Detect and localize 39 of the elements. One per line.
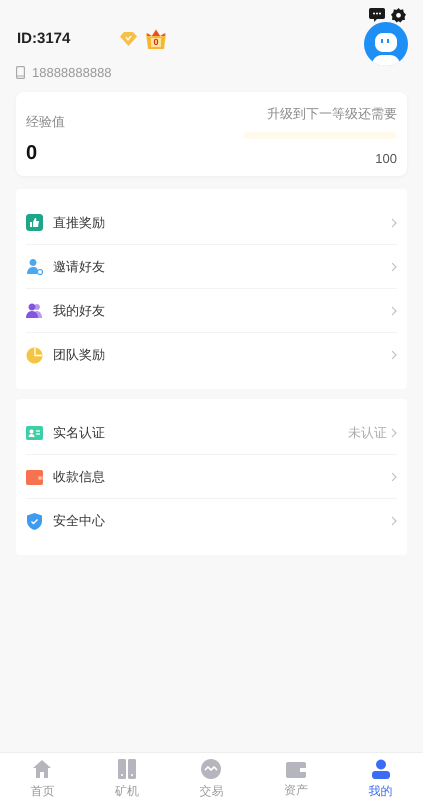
next-level-target: 100 — [375, 150, 397, 168]
phone-icon — [16, 66, 25, 79]
phone-number: 18888888888 — [32, 64, 112, 82]
home-icon — [32, 759, 52, 779]
wallet-icon — [286, 760, 306, 778]
menu-item[interactable]: 收款信息 — [26, 455, 397, 499]
user-add-icon — [26, 258, 43, 275]
experience-label: 经验值 — [26, 113, 65, 131]
chevron-right-icon — [391, 218, 397, 228]
crown-badge: 0 — [145, 28, 167, 50]
exchange-icon — [201, 759, 222, 779]
chevron-right-icon — [391, 516, 397, 526]
shield-icon — [27, 512, 42, 530]
chevron-right-icon — [391, 472, 397, 482]
chevron-right-icon — [391, 306, 397, 316]
thumbs-up-icon — [26, 214, 43, 231]
menu-item[interactable]: 团队奖励 — [26, 333, 397, 377]
status-text: 未认证 — [348, 424, 387, 442]
user-id: ID:3174 — [16, 29, 72, 49]
menu-item[interactable]: 我的好友 — [26, 289, 397, 333]
id-card-icon — [26, 426, 43, 440]
chevron-right-icon — [391, 350, 397, 360]
chevron-right-icon — [391, 262, 397, 272]
experience-value: 0 — [26, 140, 38, 166]
message-icon[interactable] — [369, 8, 385, 23]
pie-chart-icon — [26, 346, 43, 364]
next-level-label: 升级到下一等级还需要 — [267, 105, 397, 123]
menu-item[interactable]: 邀请好友 — [26, 245, 397, 289]
chevron-right-icon — [391, 428, 397, 438]
menu-item[interactable]: 实名认证 未认证 — [26, 411, 397, 455]
menu-item[interactable]: 安全中心 — [26, 499, 397, 543]
tab[interactable]: 我的 — [338, 753, 423, 806]
wallet-icon — [26, 468, 43, 485]
diamond-icon — [120, 32, 137, 46]
server-icon — [118, 759, 136, 779]
menu-item[interactable]: 直推奖励 — [26, 201, 397, 245]
settings-icon[interactable] — [391, 8, 406, 23]
user-icon — [370, 759, 391, 779]
users-icon — [26, 302, 43, 319]
